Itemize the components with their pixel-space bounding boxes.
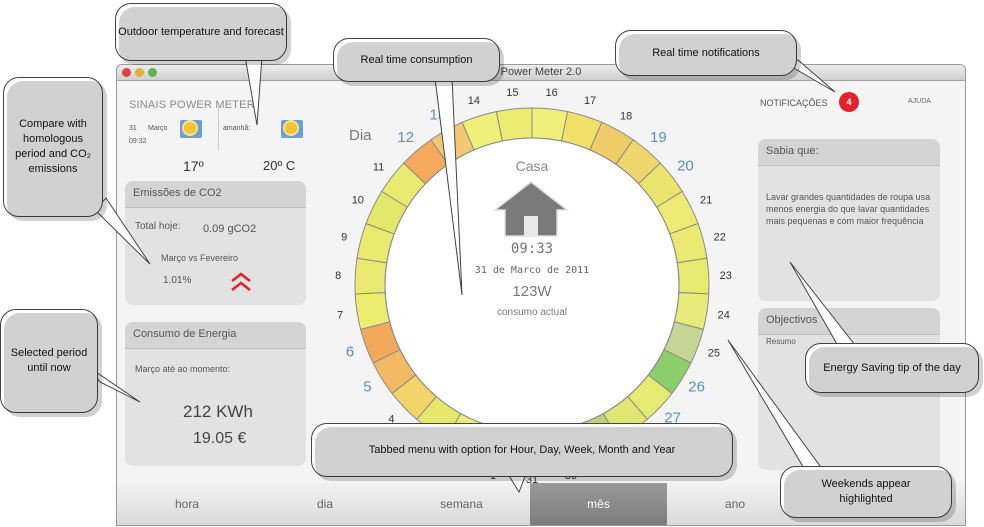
callout-realtime-consumption: Real time consumption [333,38,504,86]
callout-energy-tip: Energy Saving tip of the day [805,343,983,397]
pointer-outdoor [244,55,263,126]
callout-weekends: Weekends appear highlighted [780,466,956,522]
pointer-realtime [434,77,463,296]
callout-tabbed-menu: Tabbed menu with option for Hour, Day, W… [311,423,737,481]
callout-outdoor-temperature: Outdoor temperature and forecast [115,3,291,65]
callout-compare-co2: Compare with homologous period and CO₂ e… [3,77,107,221]
callout-realtime-notifications: Real time notifications [615,30,801,80]
callout-selected-period: Selected period until now [0,309,102,417]
